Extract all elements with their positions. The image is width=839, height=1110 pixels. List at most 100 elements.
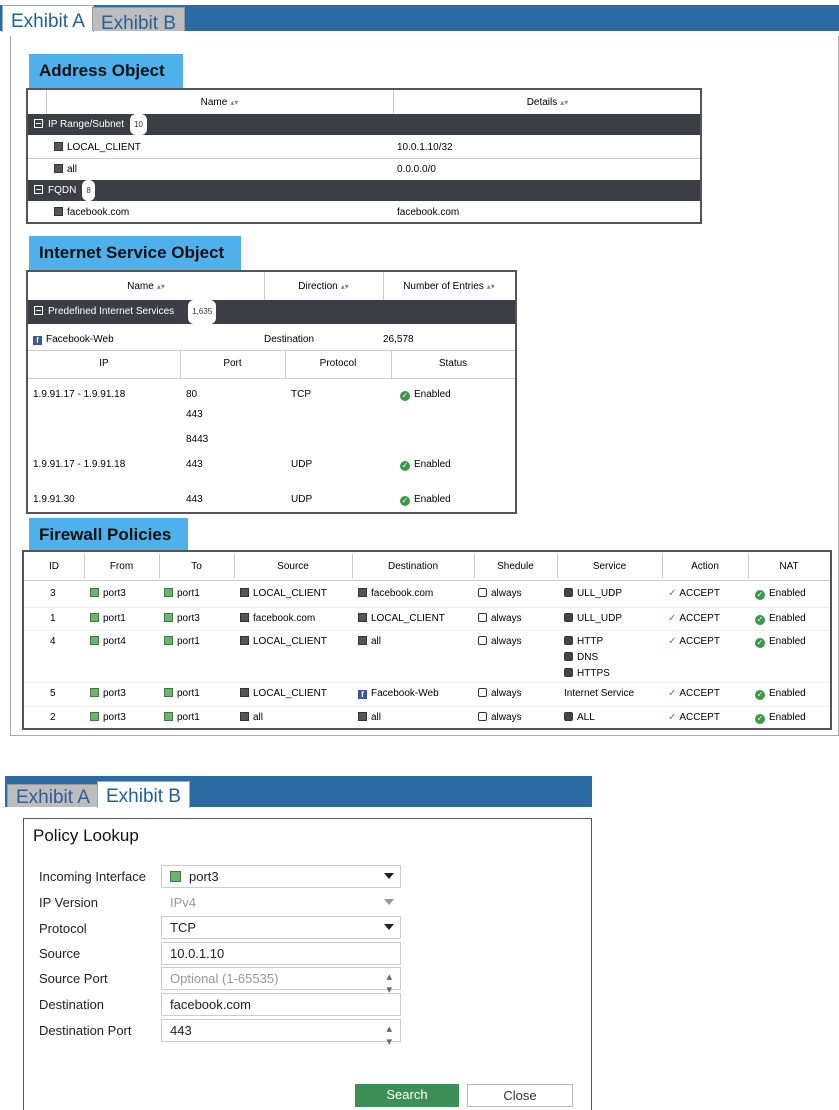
policy-to: port1 xyxy=(164,588,200,599)
ip-version-label: IP Version xyxy=(39,895,99,910)
exhibit-b-tab-b[interactable]: Exhibit B xyxy=(97,781,190,808)
policy-schedule: always xyxy=(478,636,522,647)
group-ip-range-subnet[interactable]: IP Range/Subnet 10 xyxy=(28,114,700,135)
source-port-input[interactable]: Optional (1-65535) ▴ ▾ xyxy=(161,967,401,996)
port-icon xyxy=(90,636,99,645)
column-header-service[interactable]: Service xyxy=(557,561,662,572)
status-badge: ✓ Enabled xyxy=(755,588,806,600)
dialog-title: Policy Lookup xyxy=(33,826,139,845)
table-row[interactable]: all xyxy=(54,164,77,175)
column-header-nat[interactable]: NAT xyxy=(748,561,830,572)
close-button[interactable]: Close xyxy=(467,1084,573,1107)
incoming-interface-label: Incoming Interface xyxy=(39,869,146,884)
column-header-destination[interactable]: Destination xyxy=(352,561,474,572)
port-icon xyxy=(90,688,99,697)
table-row[interactable]: facebook.com xyxy=(54,207,129,218)
policy-source: LOCAL_CLIENT xyxy=(240,588,327,599)
column-header-to[interactable]: To xyxy=(159,561,234,572)
policy-source: LOCAL_CLIENT xyxy=(240,636,327,647)
service-icon xyxy=(564,712,573,721)
policy-service: DNS xyxy=(564,652,598,663)
exhibit-a-tab-b[interactable]: Exhibit B xyxy=(92,7,185,34)
count-badge: 8 xyxy=(82,180,95,201)
group-fqdn[interactable]: FQDN 8 xyxy=(28,180,700,201)
server-icon xyxy=(54,164,63,173)
column-header-id[interactable]: ID xyxy=(24,561,84,572)
source-port-label: Source Port xyxy=(39,971,108,986)
search-button[interactable]: Search xyxy=(355,1084,459,1107)
column-header-ip: IP xyxy=(99,358,109,369)
destination-port-input[interactable]: 443 ▴ ▾ xyxy=(161,1019,401,1048)
internet-service-object-title: Internet Service Object xyxy=(29,236,241,270)
collapse-icon[interactable] xyxy=(34,185,43,194)
port-icon xyxy=(90,613,99,622)
column-header-action[interactable]: Action xyxy=(662,561,748,572)
column-header-details[interactable]: Details ▴▾ xyxy=(393,97,702,108)
column-header-status: Status xyxy=(438,358,468,369)
port-icon xyxy=(170,871,181,882)
internet-service-entry[interactable]: f Facebook-Web xyxy=(33,334,114,345)
server-icon xyxy=(358,636,367,645)
column-header-direction[interactable]: Direction ▴▾ xyxy=(264,281,383,292)
port-icon xyxy=(164,712,173,721)
check-circle-icon: ✓ xyxy=(400,461,410,471)
service-icon xyxy=(564,588,573,597)
destination-input[interactable]: facebook.com xyxy=(161,993,401,1016)
checkmark-icon: ✓ xyxy=(668,688,677,699)
server-icon xyxy=(54,142,63,151)
source-input[interactable]: 10.0.1.10 xyxy=(161,942,401,965)
policy-from: port3 xyxy=(90,688,126,699)
checkmark-icon: ✓ xyxy=(668,588,677,599)
collapse-icon[interactable] xyxy=(34,119,43,128)
table-row[interactable]: LOCAL_CLIENT xyxy=(54,142,141,153)
status-badge: ✓ Enabled xyxy=(400,459,451,471)
group-predefined-internet-services[interactable]: Predefined Internet Services 1,635 xyxy=(28,300,515,324)
policy-destination: all xyxy=(358,712,381,723)
column-header-port: Port xyxy=(223,358,242,369)
protocol-select[interactable]: TCP xyxy=(161,916,401,939)
policy-from: port3 xyxy=(90,588,126,599)
column-header-name[interactable]: Name ▴▾ xyxy=(46,97,393,108)
stepper-icon[interactable]: ▴ ▾ xyxy=(386,1022,392,1048)
column-header-number-of-entries[interactable]: Number of Entries ▴▾ xyxy=(383,281,515,292)
collapse-icon[interactable] xyxy=(34,306,43,315)
port-icon xyxy=(164,588,173,597)
status-badge: ✓ Enabled xyxy=(400,389,451,401)
column-header-shedule[interactable]: Shedule xyxy=(474,561,557,572)
service-icon xyxy=(564,613,573,622)
address-object-title: Address Object xyxy=(29,54,183,88)
column-header-protocol: Protocol xyxy=(319,358,357,369)
source-label: Source xyxy=(39,946,81,961)
check-circle-icon: ✓ xyxy=(400,496,410,506)
policy-id: 5 xyxy=(50,688,56,699)
status-badge: ✓ Enabled xyxy=(755,613,806,625)
policy-id: 4 xyxy=(50,636,56,647)
table-row[interactable]: 1.9.91.17 - 1.9.91.18 xyxy=(33,389,125,400)
policy-schedule: always xyxy=(478,712,522,723)
server-icon xyxy=(240,636,249,645)
column-header-from[interactable]: From xyxy=(84,561,159,572)
policy-service: ALL xyxy=(564,712,595,723)
table-row[interactable]: 1.9.91.30 xyxy=(33,494,75,505)
address-object-table: Name ▴▾ Details ▴▾ IP Range/Subnet 10 LOCAL… xyxy=(26,88,702,224)
table-row[interactable]: 1.9.91.17 - 1.9.91.18 xyxy=(33,459,125,470)
port-icon xyxy=(164,636,173,645)
policy-source: facebook.com xyxy=(240,613,315,624)
exhibit-a-tab-a[interactable]: Exhibit A xyxy=(2,5,94,32)
incoming-interface-select[interactable]: port3 xyxy=(161,865,401,888)
ip-version-select[interactable]: IPv4 xyxy=(161,891,401,914)
policy-service: HTTPS xyxy=(564,668,610,679)
chevron-down-icon xyxy=(384,873,394,879)
check-circle-icon: ✓ xyxy=(755,615,765,625)
column-header-source[interactable]: Source xyxy=(234,561,352,572)
policy-service: ULL_UDP xyxy=(564,588,622,599)
policy-id: 1 xyxy=(50,613,56,624)
service-icon xyxy=(564,636,573,645)
check-circle-icon: ✓ xyxy=(755,690,765,700)
protocol-label: Protocol xyxy=(39,921,87,936)
column-header-name[interactable]: Name ▴▾ xyxy=(28,281,264,292)
port-icon xyxy=(164,613,173,622)
exhibit-b-tab-a[interactable]: Exhibit A xyxy=(7,784,99,808)
checkmark-icon: ✓ xyxy=(668,613,677,624)
check-circle-icon: ✓ xyxy=(400,391,410,401)
